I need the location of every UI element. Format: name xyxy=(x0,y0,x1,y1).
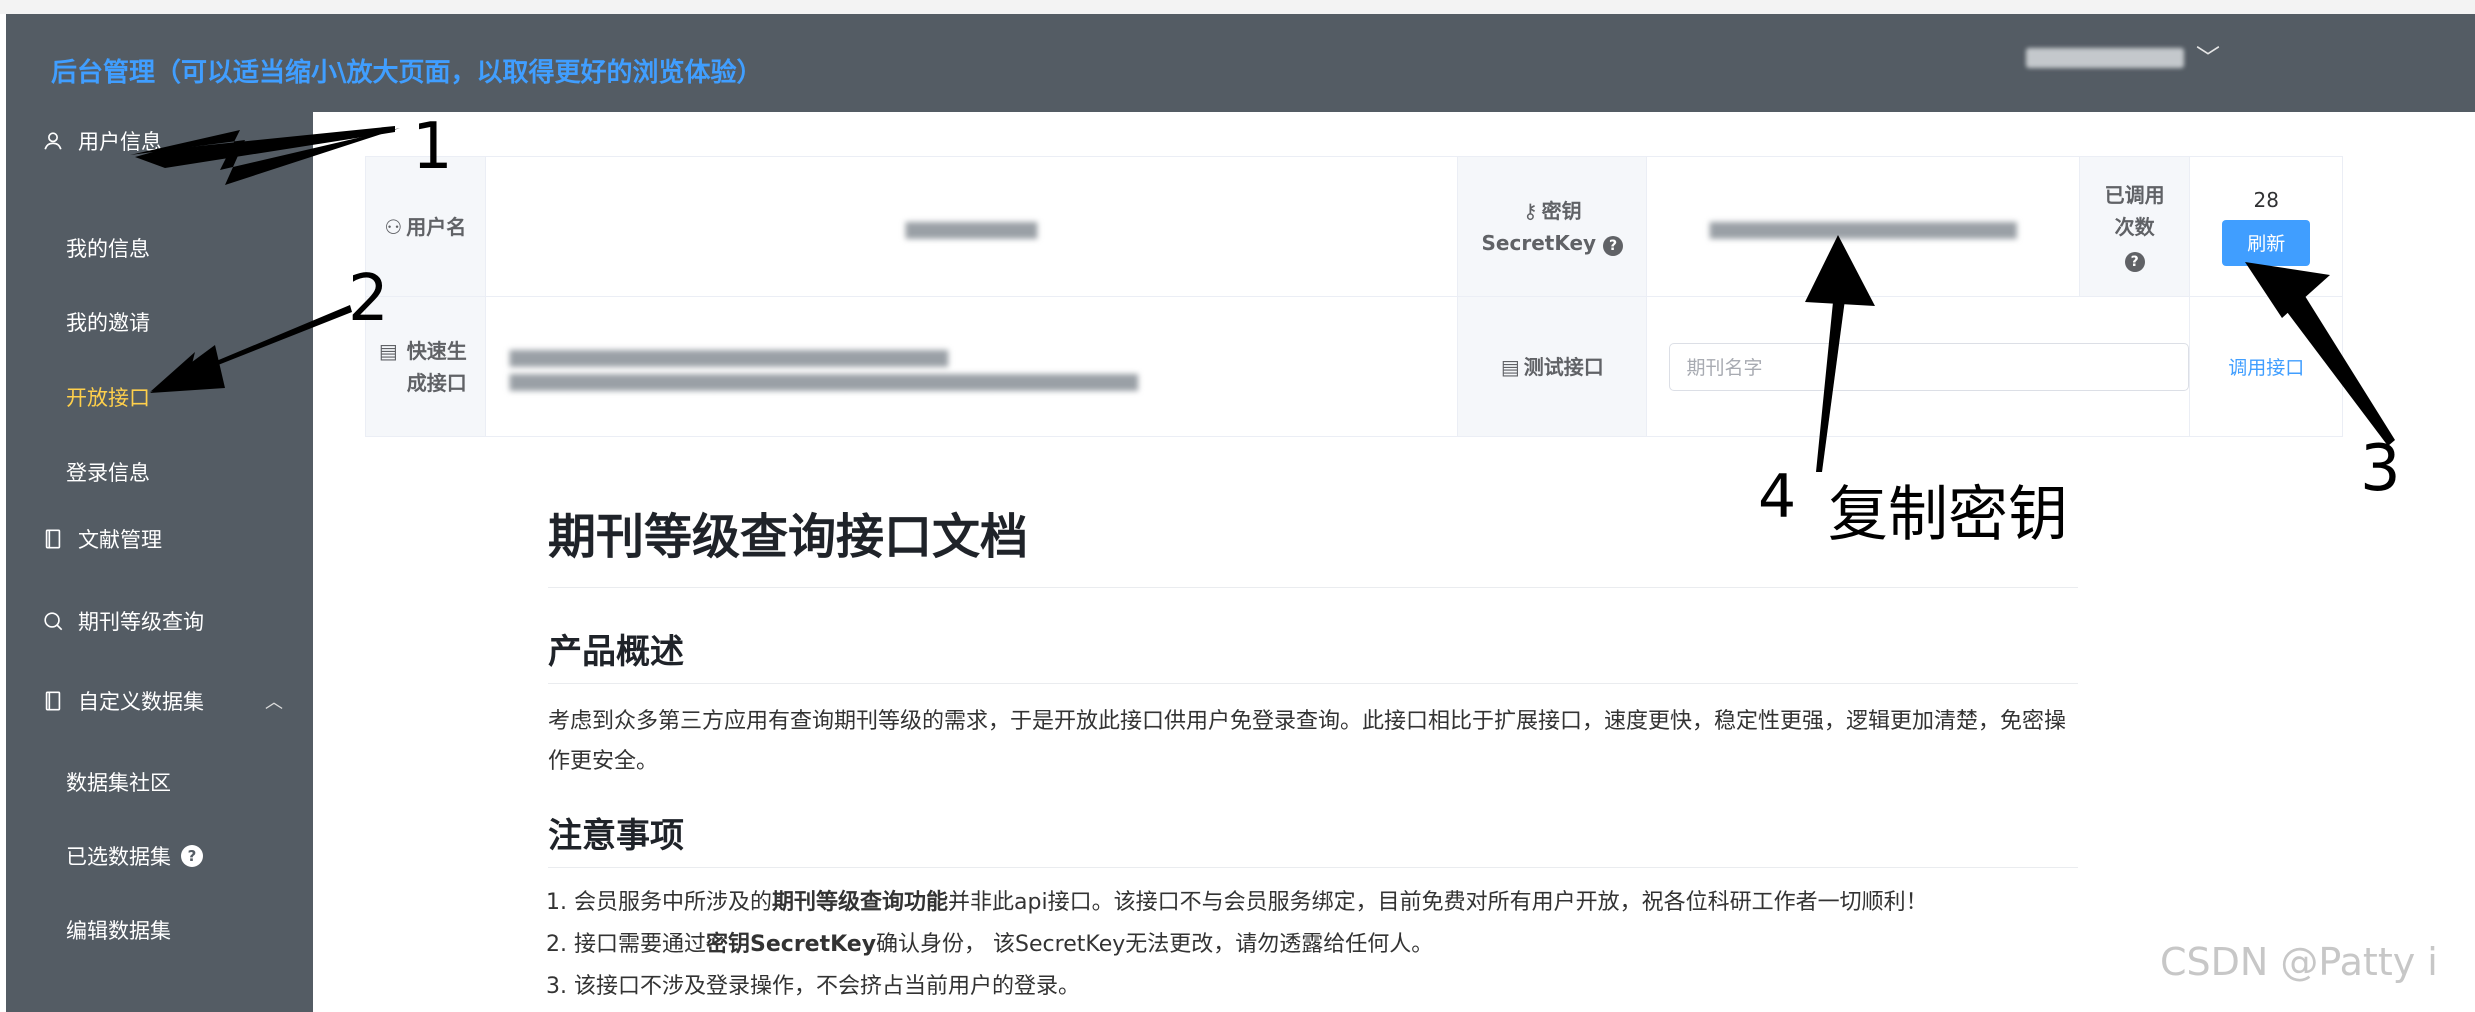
browser-tab-strip xyxy=(0,0,2475,14)
annotation-number-2: 2 xyxy=(348,262,389,336)
help-icon[interactable]: ? xyxy=(2124,251,2145,272)
secret-key-label-en: SecretKey xyxy=(1481,230,1597,255)
sidebar-label: 已选数据集 xyxy=(66,845,171,869)
sidebar-item-journal-query[interactable]: 期刊等级查询 xyxy=(6,588,313,654)
chevron-up-icon: ︿ xyxy=(265,692,283,713)
overview-text: 考虑到众多第三方应用有查询期刊等级的需求，于是开放此接口供用户免登录查询。此接口… xyxy=(548,709,2067,774)
generated-url-blurred: ▆▆▆▆▆▆▆▆▆▆▆▆▆▆▆▆▆▆▆▆▆▆▆▆▆▆▆▆▆▆ xyxy=(509,344,948,367)
overview-heading: 产品概述 xyxy=(548,624,2078,684)
sidebar-label: 用户信息 xyxy=(78,130,162,154)
sidebar-item-edit-dataset[interactable]: 编辑数据集 xyxy=(6,908,313,952)
secret-key-label: 密钥 xyxy=(1541,198,1582,223)
annotation-number-4: 4 xyxy=(1758,462,1797,532)
annotation-number-3: 3 xyxy=(2360,432,2401,506)
sidebar-item-literature[interactable]: 文献管理 xyxy=(6,506,313,572)
help-icon[interactable]: ? xyxy=(181,845,203,867)
sidebar-item-custom-dataset[interactable]: 自定义数据集 ︿ xyxy=(6,668,313,734)
sidebar-label: 开放接口 xyxy=(66,386,150,410)
username-value-cell: ▆▆▆▆▆▆▆▆▆ xyxy=(484,156,1459,297)
quick-generate-label: 快速生成接口 xyxy=(406,338,467,395)
sidebar-label: 文献管理 xyxy=(78,528,162,552)
sidebar-item-my-info[interactable]: 我的信息 xyxy=(6,226,313,270)
app-frame: 后台管理（可以适当缩小\放大页面，以取得更好的浏览体验） ﹀ 用户信息 我的信息… xyxy=(6,14,2475,1012)
chevron-down-icon: ﹀ xyxy=(2196,44,2220,72)
call-api-cell: 调用接口 xyxy=(2189,296,2343,437)
search-icon xyxy=(44,612,63,631)
sidebar-label: 期刊等级查询 xyxy=(78,610,204,634)
sidebar-item-open-api[interactable]: 开放接口 xyxy=(6,375,313,419)
note-item: 接口需要通过密钥SecretKey确认身份， 该SecretKey无法更改，请勿… xyxy=(574,924,2078,966)
sidebar-item-user-info[interactable]: 用户信息 xyxy=(6,112,313,170)
annotation-number-1: 1 xyxy=(412,110,453,184)
username-blurred xyxy=(2026,48,2184,68)
quick-generate-url-cell[interactable]: ▆▆▆▆▆▆▆▆▆▆▆▆▆▆▆▆▆▆▆▆▆▆▆▆▆▆▆▆▆▆ ▆▆▆▆▆▆▆▆▆… xyxy=(484,296,1459,437)
csdn-watermark: CSDN @Patty i xyxy=(2160,940,2438,984)
sidebar-label: 数据集社区 xyxy=(66,771,171,795)
test-api-input-cell: 期刊名字 xyxy=(1646,296,2191,437)
secret-key-value-cell[interactable]: ▆▆▆▆▆▆▆▆▆▆▆▆▆▆▆▆▆▆▆▆▆ xyxy=(1646,156,2080,297)
username-label: 用户名 xyxy=(406,214,467,239)
secret-key-label-cell: ⚷ 密钥 SecretKey ? xyxy=(1457,156,1648,297)
calls-value-cell: 28 刷新 xyxy=(2189,156,2343,297)
sidebar-item-my-invite[interactable]: 我的邀请 xyxy=(6,300,313,344)
page-title: 后台管理（可以适当缩小\放大页面，以取得更好的浏览体验） xyxy=(51,58,763,88)
user-menu[interactable]: ﹀ xyxy=(2026,46,2220,70)
user-icon: ⚇ xyxy=(384,214,403,239)
sidebar-item-login-info[interactable]: 登录信息 xyxy=(6,450,313,494)
sidebar-label: 登录信息 xyxy=(66,461,150,485)
note-item: 会员服务中所涉及的期刊等级查询功能并非此api接口。该接口不与会员服务绑定，目前… xyxy=(574,882,2078,924)
generated-url-blurred: ▆▆▆▆▆▆▆▆▆▆▆▆▆▆▆▆▆▆▆▆▆▆▆▆▆▆▆▆▆▆▆▆▆▆▆▆▆▆▆▆… xyxy=(509,368,1138,391)
key-icon: ⚷ xyxy=(1522,198,1538,223)
journal-name-placeholder: 期刊名字 xyxy=(1686,357,1763,379)
username-value-blurred: ▆▆▆▆▆▆▆▆▆ xyxy=(905,216,1038,239)
call-api-link[interactable]: 调用接口 xyxy=(2228,357,2304,379)
annotation-copy-key: 复制密钥 xyxy=(1828,480,2068,550)
document-icon xyxy=(45,529,61,549)
journal-name-input[interactable]: 期刊名字 xyxy=(1669,342,2190,391)
sidebar-item-selected-dataset[interactable]: 已选数据集 ? xyxy=(6,834,313,878)
sidebar-label: 自定义数据集 xyxy=(78,690,204,714)
calls-label-cell: 已调用次数 ? xyxy=(2078,156,2191,297)
notes-list: 会员服务中所涉及的期刊等级查询功能并非此api接口。该接口不与会员服务绑定，目前… xyxy=(548,882,2078,1008)
api-documentation: 期刊等级查询接口文档 产品概述 考虑到众多第三方应用有查询期刊等级的需求，于是开… xyxy=(548,497,2078,1008)
sidebar-label: 编辑数据集 xyxy=(66,919,171,943)
calls-label: 已调用次数 xyxy=(2104,182,2165,239)
sidebar: 用户信息 我的信息 我的邀请 开放接口 登录信息 文献管理 期刊等级查询 自定义… xyxy=(6,112,313,1012)
top-header: 后台管理（可以适当缩小\放大页面，以取得更好的浏览体验） ﹀ xyxy=(6,14,2475,112)
main-content: ⚇ 用户名 ▆▆▆▆▆▆▆▆▆ ⚷ 密钥 SecretKey ? ▆▆▆▆▆▆▆▆▆… xyxy=(313,112,2475,1012)
sidebar-label: 我的邀请 xyxy=(66,311,150,335)
calls-count: 28 xyxy=(2253,187,2279,212)
refresh-button[interactable]: 刷新 xyxy=(2222,219,2311,266)
sidebar-item-dataset-community[interactable]: 数据集社区 xyxy=(6,760,313,804)
note-item: 该接口不涉及登录操作，不会挤占当前用户的登录。 xyxy=(574,966,2078,1008)
document-icon xyxy=(45,691,61,711)
document-icon: ▤ xyxy=(1500,354,1520,379)
notes-heading: 注意事项 xyxy=(548,808,2078,868)
test-api-label-cell: ▤ 测试接口 xyxy=(1457,296,1648,437)
sidebar-label: 我的信息 xyxy=(66,237,150,261)
api-info-table: ⚇ 用户名 ▆▆▆▆▆▆▆▆▆ ⚷ 密钥 SecretKey ? ▆▆▆▆▆▆▆▆▆… xyxy=(365,156,2343,437)
secret-key-value-blurred: ▆▆▆▆▆▆▆▆▆▆▆▆▆▆▆▆▆▆▆▆▆ xyxy=(1709,216,2017,239)
help-icon[interactable]: ? xyxy=(1603,235,1624,256)
user-icon xyxy=(44,132,62,150)
test-api-label: 测试接口 xyxy=(1523,354,1604,379)
document-icon: ▤ xyxy=(378,338,398,363)
